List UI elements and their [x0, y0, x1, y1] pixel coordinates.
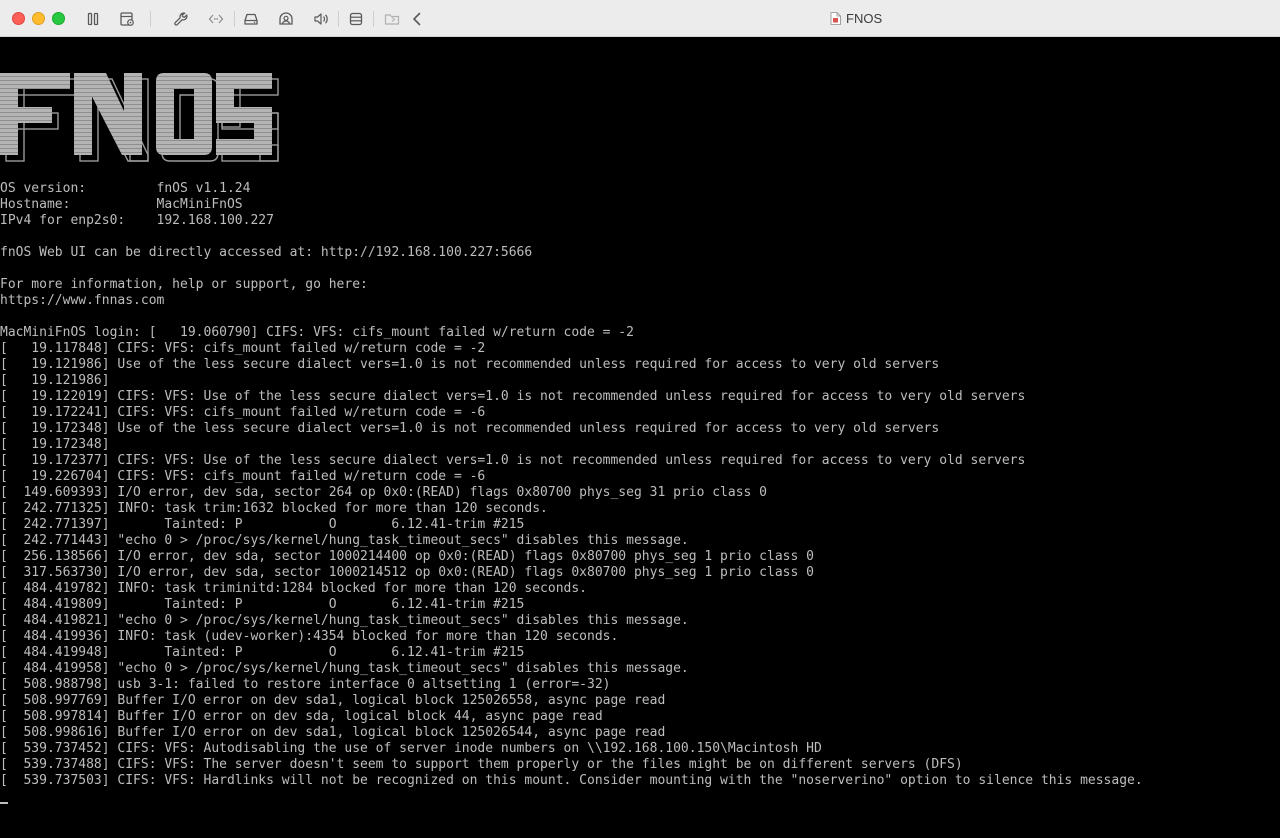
console-line: [ 539.737488] CIFS: VFS: The server does…: [0, 757, 963, 772]
close-window-button[interactable]: [12, 12, 25, 25]
console-line: [ 19.117848] CIFS: VFS: cifs_mount faile…: [0, 341, 486, 356]
console-line: [ 484.419809] Tainted: P O 6.12.41-trim …: [0, 597, 525, 612]
console-line: [ 19.172348]: [0, 437, 110, 452]
console-line: [ 149.609393] I/O error, dev sda, sector…: [0, 485, 768, 500]
console-line: [ 539.737503] CIFS: VFS: Hardlinks will …: [0, 773, 1143, 788]
fnos-ascii-logo: [0, 73, 279, 162]
console-screen[interactable]: OS version: fnOS v1.1.24 Hostname: MacMin…: [0, 38, 1280, 838]
folder-share-icon[interactable]: [383, 10, 401, 28]
toolbar-separator: [338, 11, 339, 27]
document-icon: [830, 12, 841, 25]
console-line: [ 484.419782] INFO: task triminitd:1284 …: [0, 581, 587, 596]
toolbar-separator: [234, 11, 235, 27]
code-icon[interactable]: [207, 10, 225, 28]
window-title: FNOS: [830, 0, 882, 37]
console-line: [ 19.172377] CIFS: VFS: Use of the less …: [0, 453, 1026, 468]
console-line: IPv4 for enp2s0: 192.168.100.227: [0, 213, 274, 228]
console-prompt-line[interactable]: [0, 789, 1280, 805]
zoom-window-button[interactable]: [52, 12, 65, 25]
console-line: fnOS Web UI can be directly accessed at:…: [0, 245, 533, 260]
console-output: OS version: fnOS v1.1.24 Hostname: MacMin…: [0, 181, 1280, 805]
console-line: [ 242.771325] INFO: task trim:1632 block…: [0, 501, 548, 516]
console-line: For more information, help or support, g…: [0, 277, 368, 292]
console-line: OS version: fnOS v1.1.24: [0, 181, 251, 196]
console-line: [ 242.771443] "echo 0 > /proc/sys/kernel…: [0, 533, 689, 548]
console-line: [ 256.138566] I/O error, dev sda, sector…: [0, 549, 814, 564]
console-line: [ 508.997814] Buffer I/O error on dev sd…: [0, 709, 603, 724]
toolbar-separator: [373, 11, 374, 27]
wrench-icon[interactable]: [172, 10, 190, 28]
console-line: [ 19.121986]: [0, 373, 110, 388]
minimize-window-button[interactable]: [32, 12, 45, 25]
console-line: [ 19.122019] CIFS: VFS: Use of the less …: [0, 389, 1026, 404]
console-line: MacMiniFnOS login: [ 19.060790] CIFS: VF…: [0, 325, 634, 340]
settings-doc-icon[interactable]: [118, 10, 136, 28]
console-line: [ 19.121986] Use of the less secure dial…: [0, 357, 940, 372]
console-line: [ 508.998616] Buffer I/O error on dev sd…: [0, 725, 666, 740]
console-line: [ 19.172348] Use of the less secure dial…: [0, 421, 940, 436]
console-line: [ 484.419936] INFO: task (udev-worker):4…: [0, 629, 619, 644]
window-title-text: FNOS: [846, 11, 883, 26]
console-line: https://www.fnnas.com: [0, 293, 165, 308]
console-line: [ 242.771397] Tainted: P O 6.12.41-trim …: [0, 517, 525, 532]
console-line: [ 484.419958] "echo 0 > /proc/sys/kernel…: [0, 661, 689, 676]
console-line: [ 19.226704] CIFS: VFS: cifs_mount faile…: [0, 469, 486, 484]
console-line: [ 484.419821] "echo 0 > /proc/sys/kernel…: [0, 613, 689, 628]
text-cursor: [0, 802, 8, 804]
user-circle-icon[interactable]: [277, 10, 295, 28]
chevron-left-icon[interactable]: [408, 10, 426, 28]
pause-icon[interactable]: [84, 10, 102, 28]
stack-icon[interactable]: [347, 10, 365, 28]
console-line: [ 508.988798] usb 3-1: failed to restore…: [0, 677, 611, 692]
vm-window: FNOS OS version: fnOS v1.1.24 Hostname: …: [0, 0, 1280, 838]
toolbar-separator: [150, 11, 151, 27]
speaker-icon[interactable]: [312, 10, 330, 28]
console-line: Hostname: MacMiniFnOS: [0, 197, 243, 212]
console-line: [ 317.563730] I/O error, dev sda, sector…: [0, 565, 814, 580]
console-line: [ 19.172241] CIFS: VFS: cifs_mount faile…: [0, 405, 486, 420]
console-line: [ 484.419948] Tainted: P O 6.12.41-trim …: [0, 645, 525, 660]
title-bar[interactable]: FNOS: [0, 0, 1280, 37]
drive-icon[interactable]: [242, 10, 260, 28]
console-line: [ 539.737452] CIFS: VFS: Autodisabling t…: [0, 741, 822, 756]
console-line: [ 508.997769] Buffer I/O error on dev sd…: [0, 693, 666, 708]
